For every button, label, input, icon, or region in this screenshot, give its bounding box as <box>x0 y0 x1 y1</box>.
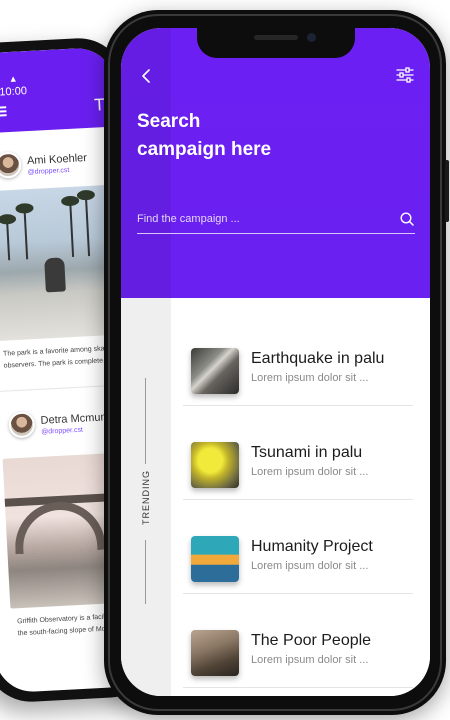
campaign-item[interactable]: The Poor People Lorem ipsum dolor sit ..… <box>183 596 413 688</box>
page-title-line: campaign here <box>137 139 272 160</box>
campaign-list: Earthquake in palu Lorem ipsum dolor sit… <box>171 298 430 696</box>
avatar <box>8 411 36 439</box>
back-phone-header: ▲ 10:00 Tr <box>0 46 118 135</box>
rail-divider <box>145 378 146 464</box>
campaign-subtitle: Lorem ipsum dolor sit ... <box>251 372 369 384</box>
filter-button[interactable] <box>394 64 416 86</box>
trending-label: TRENDING <box>141 470 151 525</box>
campaign-title: Tsunami in palu <box>251 444 363 461</box>
speaker <box>254 35 298 40</box>
notch <box>197 28 355 58</box>
status-time: 10:00 <box>0 85 28 99</box>
rail-divider <box>145 540 146 604</box>
post-handle: @dropper.cst <box>41 426 84 436</box>
campaign-thumbnail <box>191 348 239 394</box>
campaign-item[interactable]: Tsunami in palu Lorem ipsum dolor sit ..… <box>183 408 413 500</box>
back-button[interactable] <box>135 64 159 88</box>
campaign-thumbnail <box>191 630 239 676</box>
campaign-subtitle: Lorem ipsum dolor sit ... <box>251 654 369 666</box>
post-author: Ami Koehler <box>26 152 88 168</box>
search-header: Search campaign here <box>121 28 430 298</box>
campaign-thumbnail <box>191 442 239 488</box>
campaign-subtitle: Lorem ipsum dolor sit ... <box>251 466 369 478</box>
mockup-stage: ▲ 10:00 Tr Ami Koehler @dropper.cst The … <box>0 0 450 720</box>
campaign-title: Earthquake in palu <box>251 350 385 367</box>
campaign-item[interactable]: Humanity Project Lorem ipsum dolor sit .… <box>183 502 413 594</box>
wifi-icon: ▲ <box>8 73 18 85</box>
avatar <box>0 151 22 179</box>
page-title-line: Search <box>137 111 201 132</box>
front-phone-screen: Search campaign here TRENDING <box>121 28 430 696</box>
side-button <box>445 160 449 222</box>
chevron-left-icon <box>142 69 150 83</box>
post-author: Detra Mcmunn <box>40 411 113 427</box>
page-title: Search campaign here <box>137 108 357 164</box>
trending-rail: TRENDING <box>121 298 171 696</box>
campaign-item[interactable]: Earthquake in palu Lorem ipsum dolor sit… <box>183 314 413 406</box>
menu-icon[interactable] <box>0 106 7 117</box>
campaign-title: Humanity Project <box>251 538 373 555</box>
campaign-thumbnail <box>191 536 239 582</box>
search-input[interactable] <box>137 208 387 230</box>
campaign-title: The Poor People <box>251 632 372 649</box>
search-icon[interactable] <box>399 211 415 227</box>
search-bar <box>137 208 415 234</box>
post-handle: @dropper.cst <box>27 166 70 177</box>
camera <box>307 33 316 42</box>
front-phone: Search campaign here TRENDING <box>104 10 449 715</box>
sliders-icon <box>396 67 414 83</box>
campaign-subtitle: Lorem ipsum dolor sit ... <box>251 560 369 572</box>
